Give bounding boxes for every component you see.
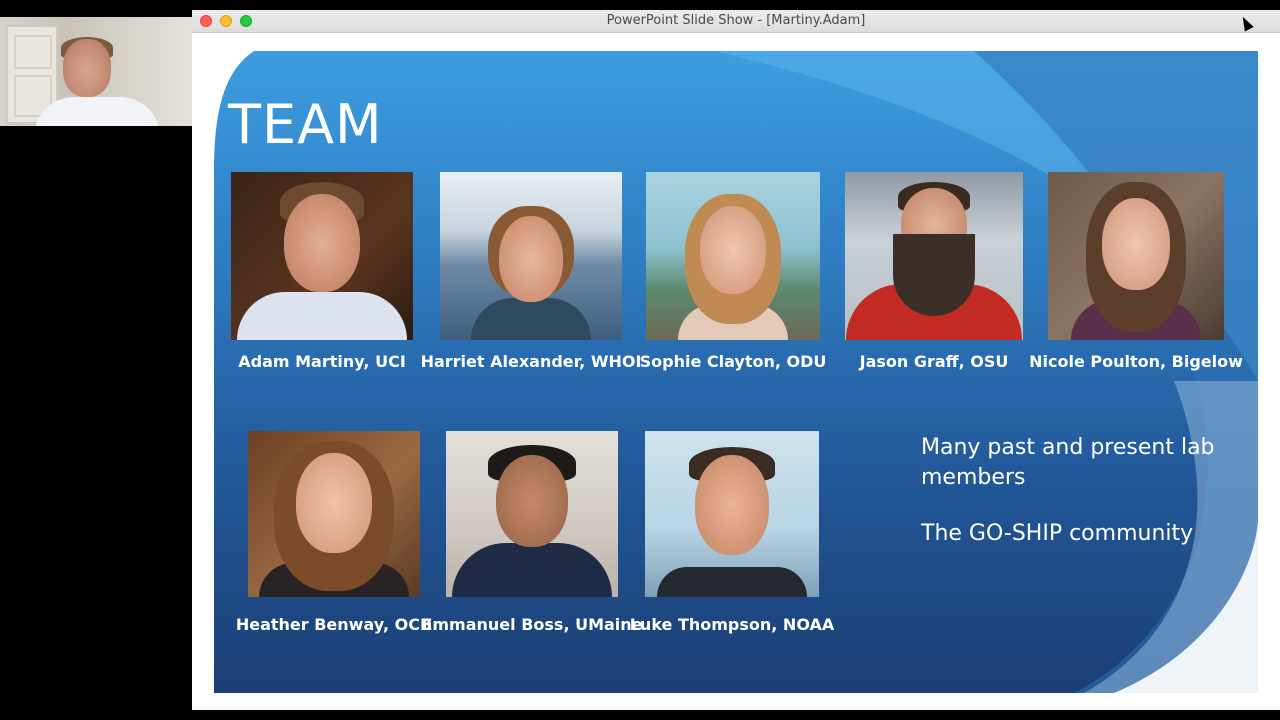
member-photo bbox=[1048, 172, 1224, 340]
slide[interactable]: TEAM Adam Martiny, UCI Harriet Alexander… bbox=[214, 51, 1258, 693]
team-member-card: Nicole Poulton, Bigelow bbox=[1029, 172, 1243, 371]
team-member-card: Luke Thompson, NOAA bbox=[630, 431, 834, 634]
member-name: Nicole Poulton, Bigelow bbox=[1029, 352, 1243, 371]
slideshow-window: PowerPoint Slide Show - [Martiny.Adam] T… bbox=[192, 10, 1280, 710]
member-photo bbox=[248, 431, 420, 597]
slide-note-go-ship: The GO-SHIP community bbox=[921, 521, 1194, 546]
webcam-thumbnail bbox=[0, 17, 192, 126]
window-titlebar[interactable]: PowerPoint Slide Show - [Martiny.Adam] bbox=[192, 10, 1280, 33]
member-photo bbox=[645, 431, 819, 597]
member-photo bbox=[446, 431, 618, 597]
slide-title: TEAM bbox=[228, 93, 383, 156]
member-photo bbox=[646, 172, 820, 340]
team-member-card: Harriet Alexander, WHOI bbox=[421, 172, 641, 371]
member-name: Luke Thompson, NOAA bbox=[629, 615, 835, 634]
window-title: PowerPoint Slide Show - [Martiny.Adam] bbox=[606, 13, 866, 28]
presenter-face bbox=[63, 39, 111, 97]
team-member-card: Heather Benway, OCB bbox=[236, 431, 432, 634]
slide-note-lab-members: Many past and present lab members bbox=[921, 435, 1215, 490]
team-member-card: Sophie Clayton, ODU bbox=[640, 172, 826, 371]
team-member-card: Jason Graff, OSU bbox=[845, 172, 1023, 371]
member-photo bbox=[231, 172, 413, 340]
team-member-card: Adam Martiny, UCI bbox=[231, 172, 413, 371]
team-member-card: Emmanuel Boss, UMaine bbox=[421, 431, 643, 634]
member-photo bbox=[845, 172, 1023, 340]
member-photo bbox=[440, 172, 622, 340]
